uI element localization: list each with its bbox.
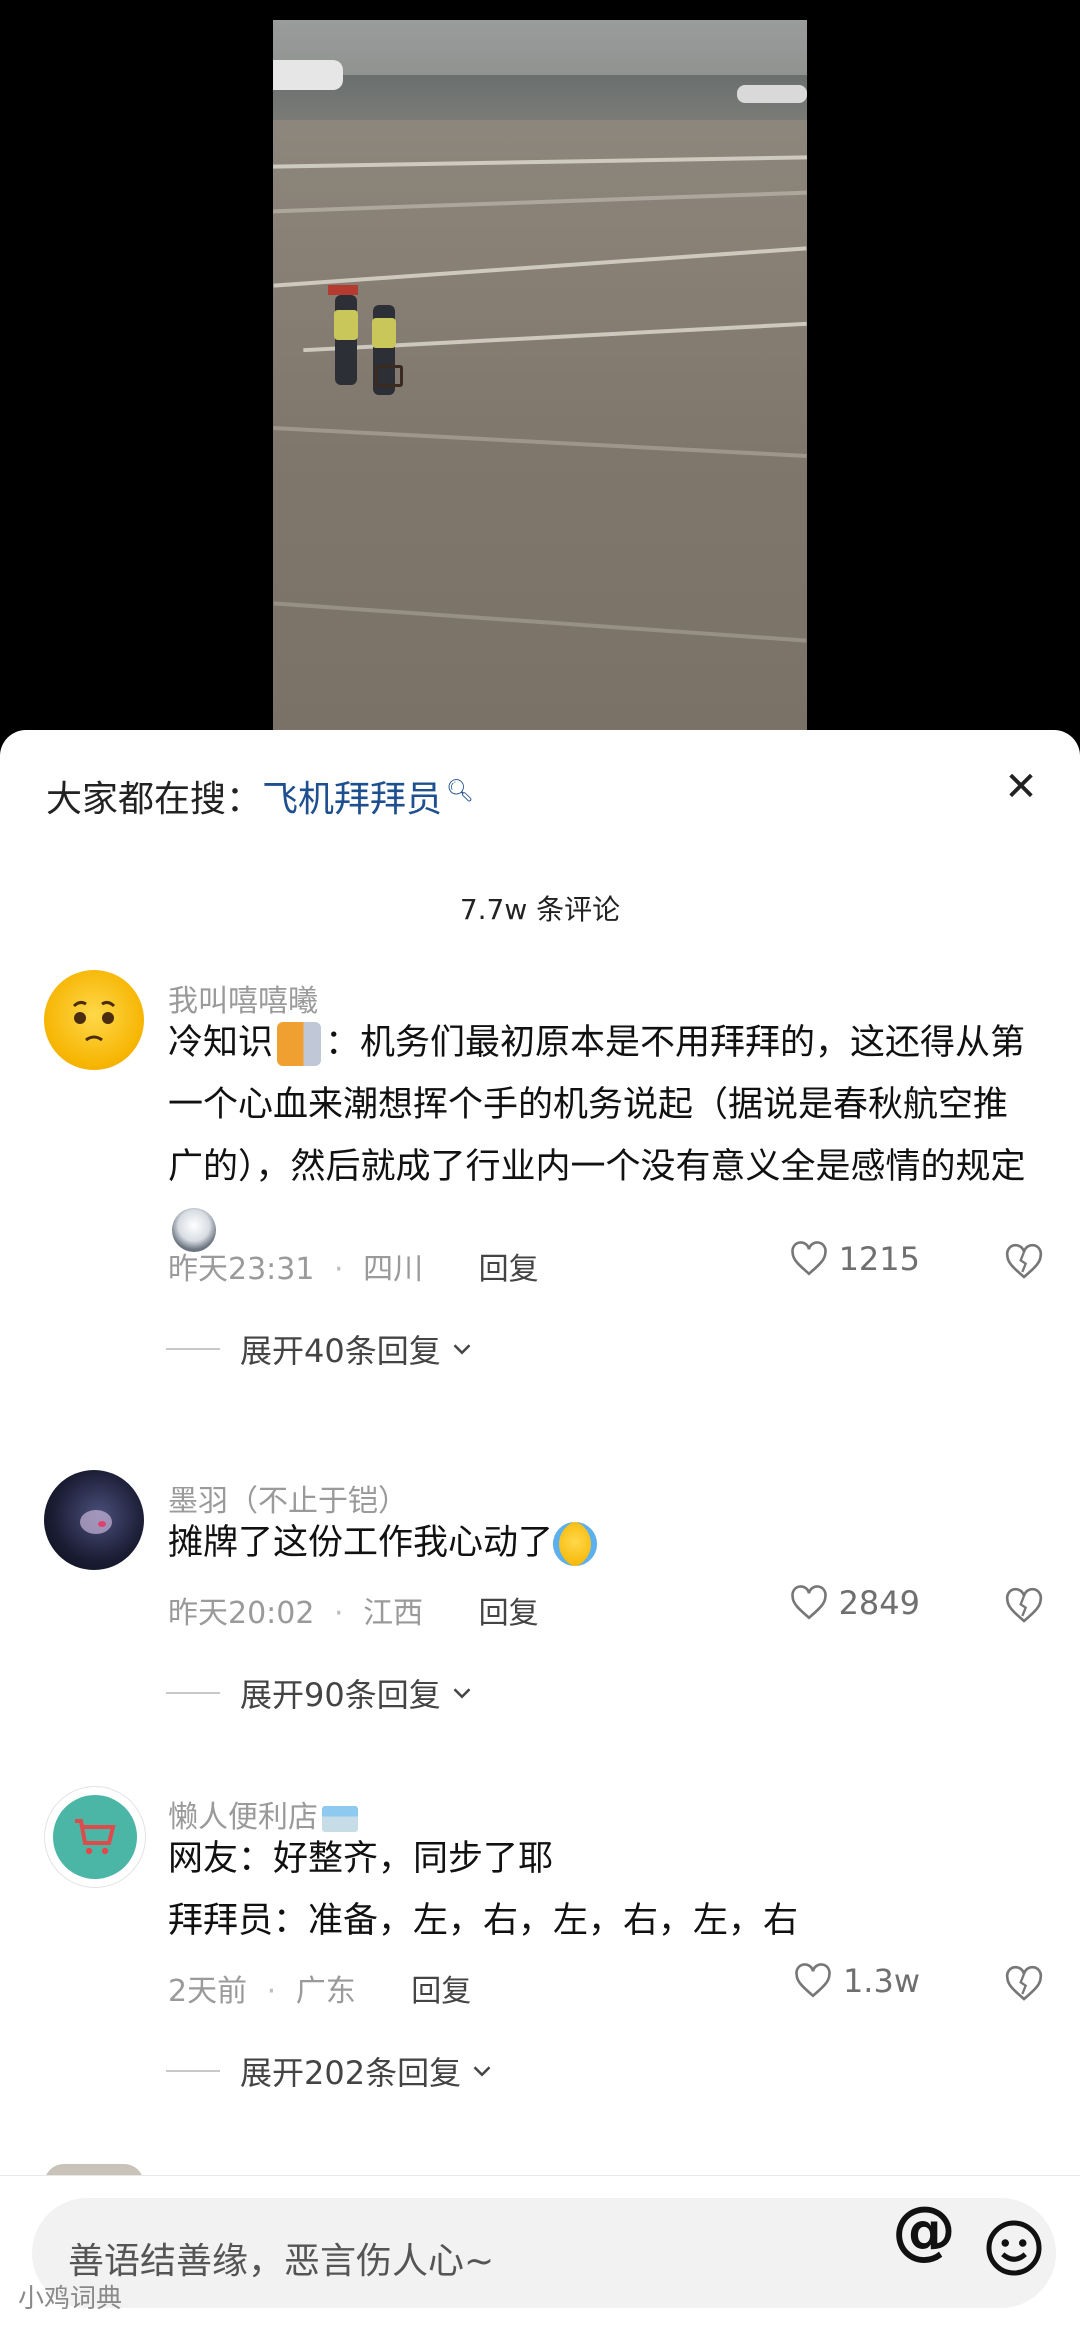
expand-replies-button[interactable]: 展开40条回复 <box>166 1326 477 1372</box>
crying-face-emoji-icon <box>553 1522 598 1566</box>
shopping-cart-icon <box>75 1819 116 1855</box>
at-icon[interactable]: @ <box>892 2194 956 2268</box>
comment-location: 江西 <box>363 1596 424 1631</box>
emoji-face-icon[interactable] <box>984 2218 1044 2278</box>
comment-text-line: 拜拜员：准备，左，右，左，右，左，右 <box>168 1901 799 1941</box>
search-keyword-link[interactable]: 飞机拜拜员 <box>262 779 442 820</box>
watermark: 小鸡词典 <box>18 2284 123 2314</box>
video-frame[interactable] <box>273 20 807 740</box>
avatar[interactable] <box>44 970 144 1070</box>
expand-replies-label: 展开90条回复 <box>240 1676 441 1714</box>
reply-button[interactable]: 回复 <box>479 1596 539 1631</box>
comment-meta: 2天前 · 广东 回复 <box>168 1974 472 2009</box>
comment-time: 2天前 <box>168 1974 248 2009</box>
broken-heart-icon[interactable] <box>1004 1964 1044 2004</box>
like-count: 1215 <box>838 1240 920 1278</box>
search-icon: 🔍︎ <box>446 779 474 804</box>
comment-text: 摊牌了这份工作我心动了 <box>168 1512 1038 1574</box>
reply-button[interactable]: 回复 <box>411 1974 471 2009</box>
comment-meta: 昨天23:31 · 四川 回复 <box>168 1252 539 1287</box>
close-icon[interactable]: ✕ <box>998 764 1044 810</box>
comment-text: 冷知识 ：机务们最初原本是不用拜拜的，这还得从第一个心血来潮想挥个手的机务说起（据… <box>168 1012 1038 1260</box>
status-bar <box>0 0 1080 20</box>
heart-icon <box>795 1963 831 1998</box>
comment-count: 7.7w 条评论 <box>459 893 621 926</box>
comment-location: 广东 <box>295 1974 356 2009</box>
comment-text: 网友：好整齐，同步了耶 拜拜员：准备，左，右，左，右，左，右 <box>168 1828 1038 1952</box>
like-count: 2849 <box>838 1584 920 1622</box>
broken-heart-icon[interactable] <box>1004 1586 1044 1626</box>
expand-replies-button[interactable]: 展开202条回复 <box>166 2048 497 2094</box>
comment-sheet: 大家都在搜：飞机拜拜员 🔍︎ ✕ 7.7w 条评论 我叫嘻嘻曦 冷知识 ：机务们最初… <box>0 730 1080 2330</box>
cat-emoji-icon <box>277 1022 322 1066</box>
heart-icon <box>790 1585 827 1620</box>
like-button[interactable]: 1.3w <box>793 1962 920 2000</box>
chevron-down-icon <box>453 1344 471 1355</box>
like-button[interactable]: 1215 <box>789 1240 920 1278</box>
heart-icon <box>790 1241 827 1276</box>
comment-time: 昨天23:31 <box>168 1252 315 1287</box>
comment-text-line: 网友：好整齐，同步了耶 <box>168 1839 554 1879</box>
search-suggestion[interactable]: 大家都在搜：飞机拜拜员 🔍︎ <box>46 770 474 822</box>
like-count: 1.3w <box>842 1962 920 2000</box>
worker-figure <box>335 295 357 385</box>
comment-meta: 昨天20:02 · 江西 回复 <box>168 1596 539 1631</box>
comment-input-placeholder: 善语结善缘，恶言伤人心~ <box>68 2241 495 2282</box>
comment-text-body: 摊牌了这份工作我心动了 <box>168 1523 554 1563</box>
expand-replies-label: 展开202条回复 <box>240 2054 462 2092</box>
video-area[interactable] <box>0 20 1080 740</box>
like-button[interactable]: 2849 <box>789 1584 920 1622</box>
search-prefix: 大家都在搜： <box>46 779 263 820</box>
chevron-down-icon <box>453 1688 471 1699</box>
avatar[interactable] <box>44 1470 144 1570</box>
chevron-down-icon <box>473 2066 491 2077</box>
comment-location: 四川 <box>363 1252 424 1287</box>
comment-text-lead: 冷知识 <box>168 1023 274 1063</box>
comment-input-bar: 善语结善缘，恶言伤人心~ @ <box>0 2175 1080 2331</box>
expand-replies-button[interactable]: 展开90条回复 <box>166 1670 477 1716</box>
broken-heart-icon[interactable] <box>1004 1242 1044 1282</box>
reply-button[interactable]: 回复 <box>479 1252 539 1287</box>
comment-time: 昨天20:02 <box>168 1596 315 1631</box>
expand-replies-label: 展开40条回复 <box>240 1332 441 1370</box>
avatar[interactable] <box>44 1786 146 1888</box>
